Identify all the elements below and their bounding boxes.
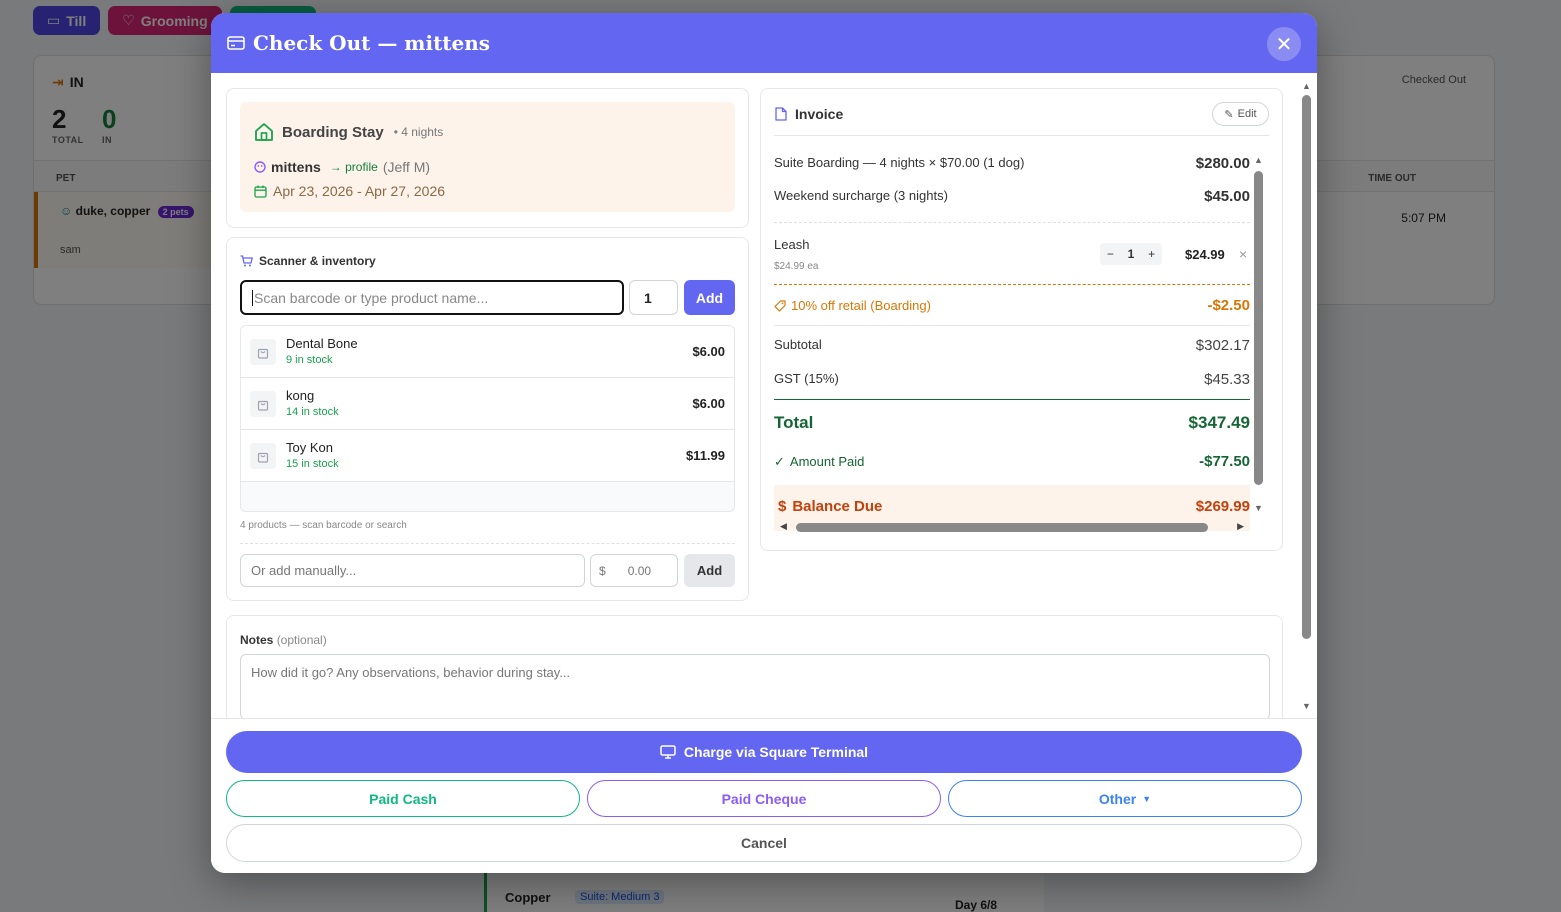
close-icon: ✕ <box>1275 33 1293 56</box>
divider <box>774 222 1250 223</box>
check-icon: ✓ <box>774 453 785 469</box>
paid-cash-button[interactable]: Paid Cash <box>226 780 580 817</box>
divider <box>774 399 1250 400</box>
notes-textarea[interactable]: How did it go? Any observations, behavio… <box>240 654 1270 718</box>
manual-price-input[interactable]: $ 0.00 <box>590 554 678 587</box>
invoice-horizontal-scrollbar[interactable]: ◀ ▶ <box>780 521 1244 533</box>
modal-scrollbar[interactable]: ▲ ▼ <box>1301 81 1311 711</box>
monitor-icon <box>660 745 676 759</box>
scroll-down-icon[interactable]: ▼ <box>1254 503 1263 513</box>
stay-pet: mittens → profile (Jeff M) <box>254 159 430 175</box>
edit-invoice-button[interactable]: ✎ Edit <box>1212 102 1269 126</box>
profile-link[interactable]: → profile <box>330 160 378 174</box>
divider <box>774 325 1250 326</box>
text-caret <box>252 289 253 306</box>
leash-amount: $24.99 <box>1185 247 1225 262</box>
paw-icon <box>254 161 266 173</box>
notes-label: Notes (optional) <box>240 633 327 647</box>
quantity-stepper[interactable]: − 1 + <box>1100 243 1162 265</box>
owner-name: (Jeff M) <box>382 159 431 175</box>
list-item[interactable]: kong 14 in stock $6.00 <box>241 378 734 430</box>
amount-paid-line: ✓ Amount Paid -$77.50 <box>774 453 1250 470</box>
invoice-line: Weekend surcharge (3 nights) $45.00 <box>774 188 1250 205</box>
list-item[interactable]: Dental Bone 9 in stock $6.00 <box>241 326 734 378</box>
product-list[interactable]: Dental Bone 9 in stock $6.00 kong 14 in … <box>240 325 735 512</box>
invoice-line: Suite Boarding — 4 nights × $70.00 (1 do… <box>774 155 1250 172</box>
invoice-card: Invoice ✎ Edit Suite Boarding — 4 nights… <box>760 88 1283 551</box>
gst-line: GST (15%) $45.33 <box>774 371 1250 388</box>
modal-title: Check Out — mittens <box>227 31 490 55</box>
modal-header: Check Out — mittens ✕ <box>211 13 1317 73</box>
invoice-title: Invoice <box>775 106 843 122</box>
modal-footer: Charge via Square Terminal Paid Cash Pai… <box>211 718 1317 873</box>
divider <box>240 543 735 544</box>
scanner-title: Scanner & inventory <box>240 254 376 268</box>
calendar-icon <box>254 185 267 198</box>
leash-unit-price: $24.99 ea <box>774 261 819 272</box>
home-icon <box>254 122 274 142</box>
modal-body[interactable]: Boarding Stay • 4 nights mittens → profi… <box>211 73 1317 718</box>
scanner-card: Scanner & inventory Scan barcode or type… <box>226 237 749 601</box>
total-line: Total $347.49 <box>774 413 1250 432</box>
other-payment-button[interactable]: Other ▼ <box>948 780 1302 817</box>
pet-name: mittens <box>271 159 321 175</box>
pencil-icon: ✎ <box>1224 108 1234 121</box>
tag-icon <box>774 299 786 312</box>
caret-down-icon: ▼ <box>1142 793 1152 804</box>
paid-cheque-button[interactable]: Paid Cheque <box>587 780 941 817</box>
discount-line: 10% off retail (Boarding) -$2.50 <box>774 297 1250 314</box>
checkout-modal: Check Out — mittens ✕ Boarding Stay • 4 … <box>211 13 1317 873</box>
minus-button[interactable]: − <box>1107 247 1114 261</box>
invoice-lines[interactable]: Suite Boarding — 4 nights × $70.00 (1 do… <box>774 147 1269 531</box>
cancel-button[interactable]: Cancel <box>226 824 1302 862</box>
boarding-stay-card: Boarding Stay • 4 nights mittens → profi… <box>226 88 749 228</box>
divider <box>774 284 1250 285</box>
currency-symbol: $ <box>599 563 606 578</box>
add-product-button[interactable]: Add <box>684 280 735 315</box>
barcode-search-input[interactable]: Scan barcode or type product name... <box>240 280 624 315</box>
manual-item-input[interactable]: Or add manually... <box>240 554 585 587</box>
scroll-left-icon[interactable]: ◀ <box>780 521 787 532</box>
dollar-icon: $ <box>778 498 787 515</box>
leash-line-label: Leash <box>774 237 810 252</box>
scroll-up-icon[interactable]: ▲ <box>1254 155 1263 165</box>
scrollbar-thumb[interactable] <box>796 523 1208 532</box>
scroll-up-icon[interactable]: ▲ <box>1302 81 1311 91</box>
notes-card: Notes (optional) How did it go? Any obse… <box>226 615 1283 718</box>
scrollbar-thumb[interactable] <box>1254 171 1263 485</box>
scroll-down-icon[interactable]: ▼ <box>1302 701 1311 711</box>
credit-card-icon <box>227 36 245 50</box>
invoice-vertical-scrollbar[interactable]: ▲ ▼ <box>1253 155 1263 513</box>
close-button[interactable]: ✕ <box>1267 27 1301 61</box>
stay-title: Boarding Stay • 4 nights <box>254 122 443 142</box>
stay-dates: Apr 23, 2026 - Apr 27, 2026 <box>254 183 445 199</box>
scroll-right-icon[interactable]: ▶ <box>1237 521 1244 532</box>
subtotal-line: Subtotal $302.17 <box>774 337 1250 354</box>
scrollbar-thumb[interactable] <box>1302 95 1311 639</box>
charge-square-terminal-button[interactable]: Charge via Square Terminal <box>226 731 1302 773</box>
quantity-value: 1 <box>1127 247 1135 261</box>
products-count-note: 4 products — scan barcode or search <box>240 520 407 531</box>
divider <box>774 135 1269 136</box>
document-icon <box>775 107 787 121</box>
shopping-bag-icon <box>250 391 276 417</box>
add-manual-button[interactable]: Add <box>684 554 735 587</box>
plus-button[interactable]: + <box>1148 247 1155 261</box>
shopping-bag-icon <box>250 443 276 469</box>
remove-item-button[interactable]: × <box>1239 246 1247 262</box>
list-item[interactable]: Toy Kon 15 in stock $11.99 <box>241 430 734 482</box>
boarding-stay-summary: Boarding Stay • 4 nights mittens → profi… <box>240 102 735 212</box>
cart-icon <box>240 255 253 267</box>
quantity-input[interactable]: 1 <box>629 280 678 315</box>
shopping-bag-icon <box>250 339 276 365</box>
